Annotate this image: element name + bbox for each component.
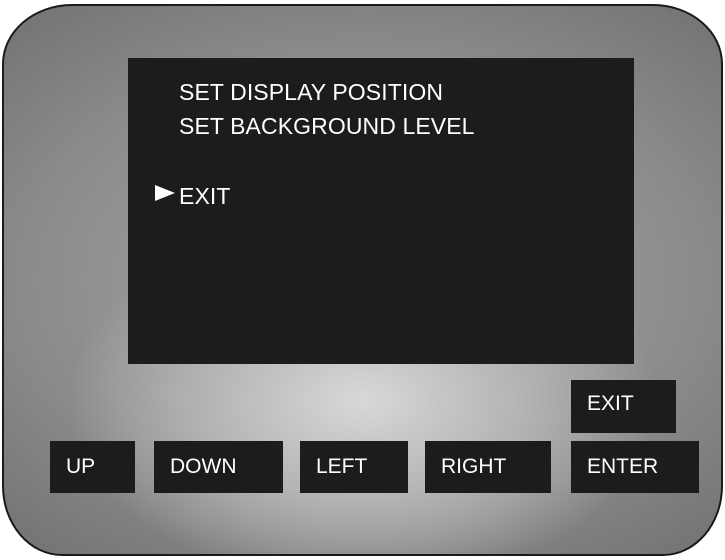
osd-screen: SET DISPLAY POSITION SET BACKGROUND LEVE… [128, 58, 634, 364]
selection-cursor-icon [155, 185, 175, 201]
down-button[interactable]: DOWN [154, 441, 283, 493]
left-button[interactable]: LEFT [300, 441, 408, 493]
menu-item-exit[interactable]: EXIT [179, 183, 231, 209]
enter-button[interactable]: ENTER [571, 441, 699, 493]
up-button[interactable]: UP [50, 441, 135, 493]
exit-button[interactable]: EXIT [571, 380, 676, 433]
right-button[interactable]: RIGHT [425, 441, 551, 493]
menu-item-set-display-position[interactable]: SET DISPLAY POSITION [179, 79, 443, 105]
menu-item-set-background-level[interactable]: SET BACKGROUND LEVEL [179, 113, 475, 139]
